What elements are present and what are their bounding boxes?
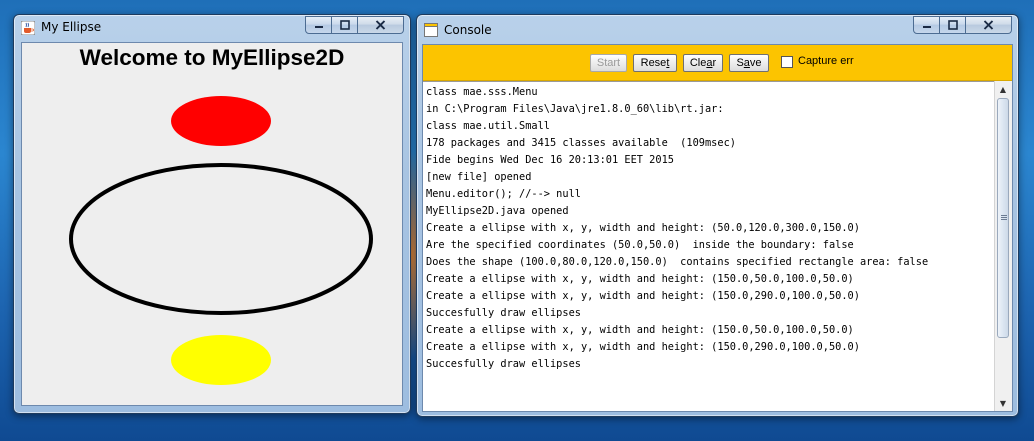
console-line: 178 packages and 3415 classes available … xyxy=(426,137,736,149)
minimize-icon xyxy=(922,26,931,28)
console-lines: class mae.sss.Menu in C:\Program Files\Ja… xyxy=(426,84,928,373)
grip-line xyxy=(1001,215,1007,216)
console-output[interactable]: class mae.sss.Menu in C:\Program Files\Ja… xyxy=(423,81,995,411)
capture-err-checkbox[interactable] xyxy=(781,56,793,68)
red-ellipse xyxy=(171,96,271,146)
vertical-scrollbar[interactable]: ▲ ▼ xyxy=(994,81,1012,411)
console-line: Fide begins Wed Dec 16 20:13:01 EET 2015 xyxy=(426,154,674,166)
maximize-button[interactable] xyxy=(332,16,358,34)
yellow-ellipse xyxy=(171,335,271,385)
console-line: class mae.util.Small xyxy=(426,120,550,132)
java-cup-icon xyxy=(21,21,35,35)
console-line: Create a ellipse with x, y, width and he… xyxy=(426,341,860,353)
maximize-icon xyxy=(339,20,350,30)
close-button[interactable] xyxy=(358,16,404,34)
minimize-button[interactable] xyxy=(305,16,332,34)
clear-button[interactable]: Cle a r xyxy=(683,54,723,72)
close-button[interactable] xyxy=(966,16,1012,34)
maximize-button[interactable] xyxy=(940,16,966,34)
reset-button[interactable]: Rese t xyxy=(633,54,677,72)
console-line: Create a ellipse with x, y, width and he… xyxy=(426,290,860,302)
console-line: MyEllipse2D.java opened xyxy=(426,205,569,217)
close-icon xyxy=(983,20,994,30)
minimize-button[interactable] xyxy=(913,16,940,34)
console-window: Console Start Rese t Cle a r Sa ve Capture e… xyxy=(416,14,1019,417)
ellipse-window-title: My Ellipse xyxy=(41,20,102,34)
console-line: Are the specified coordinates (50.0,50.0… xyxy=(426,239,854,251)
close-icon xyxy=(375,20,386,30)
console-line: [new file] opened xyxy=(426,171,532,183)
minimize-icon xyxy=(314,26,323,28)
black-ellipse-outline xyxy=(69,163,373,315)
console-toolbar: Start Rese t Cle a r Sa ve Capture err xyxy=(423,45,1012,81)
start-button[interactable]: Start xyxy=(590,54,627,72)
maximize-icon xyxy=(947,20,958,30)
scroll-thumb[interactable] xyxy=(997,98,1009,338)
console-line: Does the shape (100.0,80.0,120.0,150.0) … xyxy=(426,256,929,268)
grip-line xyxy=(1001,217,1007,218)
console-line: Create a ellipse with x, y, width and he… xyxy=(426,324,854,336)
console-window-title: Console xyxy=(444,23,492,37)
console-line: Create a ellipse with x, y, width and he… xyxy=(426,273,854,285)
console-window-controls xyxy=(913,16,1012,35)
scroll-down-icon[interactable]: ▼ xyxy=(997,396,1009,410)
console-line: Create a ellipse with x, y, width and he… xyxy=(426,222,860,234)
save-button[interactable]: Sa ve xyxy=(729,54,769,72)
ellipse-titlebar[interactable]: My Ellipse xyxy=(14,15,410,41)
console-window-icon xyxy=(424,23,438,37)
capture-err-label: Capture err xyxy=(798,55,854,67)
console-body: Start Rese t Cle a r Sa ve Capture err class… xyxy=(422,44,1013,412)
console-line: Succesfully draw ellipses xyxy=(426,358,581,370)
scroll-up-icon[interactable]: ▲ xyxy=(997,82,1009,96)
ellipse-canvas-area: Welcome to MyEllipse2D xyxy=(21,42,403,406)
ellipse-window: My Ellipse Welcome to MyEllipse2D xyxy=(13,14,411,414)
console-line: in C:\Program Files\Java\jre1.8.0_60\lib… xyxy=(426,103,724,115)
grip-line xyxy=(1001,219,1007,220)
console-titlebar[interactable]: Console xyxy=(417,15,1018,41)
console-line: Menu.editor(); //--> null xyxy=(426,188,581,200)
console-line: class mae.sss.Menu xyxy=(426,86,538,98)
ellipse-window-controls xyxy=(305,16,404,35)
ellipse-drawing xyxy=(69,96,373,385)
console-line: Succesfully draw ellipses xyxy=(426,307,581,319)
